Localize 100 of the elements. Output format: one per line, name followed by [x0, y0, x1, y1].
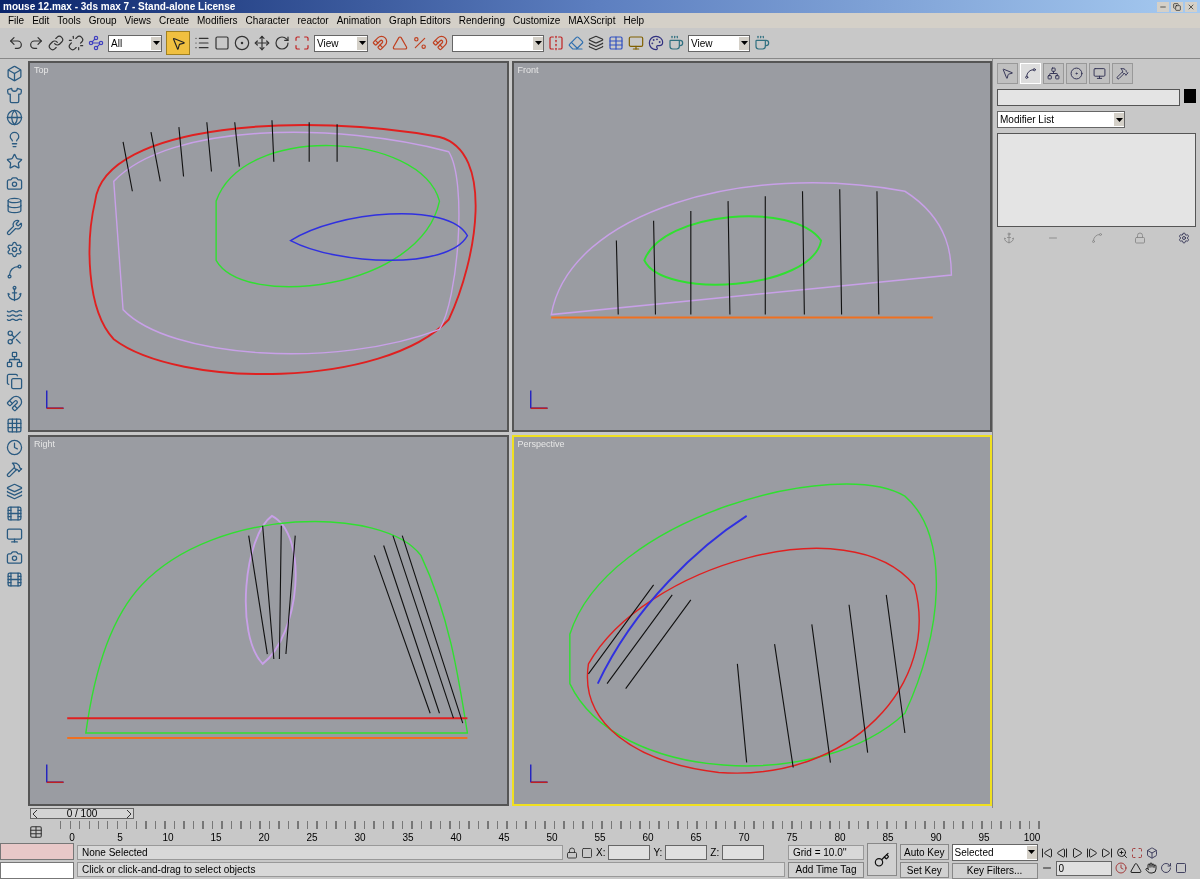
key-mode-dropdown[interactable]: Selected [951, 843, 1038, 861]
frame-number: 25 [306, 832, 318, 843]
coordinate-field[interactable] [722, 845, 765, 860]
restore-button[interactable] [1171, 1, 1183, 12]
menu-item[interactable]: Tools [53, 15, 85, 26]
modifier-stack[interactable] [997, 133, 1196, 227]
sphere-icon[interactable] [5, 109, 23, 126]
anchor-icon[interactable] [5, 285, 23, 302]
material-editor-icon[interactable] [648, 35, 664, 51]
set-key-button[interactable]: Set Key [900, 862, 949, 878]
maxscript-listener-field[interactable] [0, 862, 74, 879]
menu-item[interactable]: Character [241, 15, 294, 26]
undo-icon[interactable] [8, 35, 24, 51]
auto-key-button[interactable]: Auto Key [900, 844, 949, 860]
coordinate-field[interactable] [608, 845, 651, 860]
menu-item[interactable]: Animation [332, 15, 386, 26]
film-icon[interactable] [5, 571, 23, 588]
key-icon [874, 851, 890, 868]
gear-icon[interactable] [5, 241, 23, 258]
spline-icon[interactable] [5, 263, 23, 280]
go-to-end-icon[interactable] [1100, 846, 1113, 859]
layers-icon[interactable] [5, 483, 23, 500]
frame-number: 15 [210, 832, 222, 843]
coordinate-label: X: [596, 847, 606, 858]
layers-icon[interactable] [588, 35, 604, 51]
caret-icon [739, 36, 749, 50]
wave-icon[interactable] [5, 307, 23, 324]
close-button[interactable] [1185, 1, 1197, 12]
caret-icon [1114, 113, 1124, 126]
move-icon[interactable] [254, 35, 270, 51]
frame-field[interactable]: 0 [1055, 860, 1112, 876]
frame-number: 45 [498, 832, 510, 843]
scissors-icon[interactable] [5, 329, 23, 346]
box-icon[interactable] [5, 65, 23, 82]
menu-item[interactable]: File [4, 15, 29, 26]
clock-icon[interactable] [5, 439, 23, 456]
menu-item[interactable]: Modifiers [193, 15, 242, 26]
mirror-icon[interactable] [548, 35, 564, 51]
copy-icon[interactable] [5, 373, 23, 390]
menu-item[interactable]: Views [120, 15, 155, 26]
panel-tab[interactable] [1043, 63, 1064, 84]
next-frame-icon[interactable] [1085, 846, 1098, 859]
set-keys-button[interactable] [867, 843, 897, 876]
hierarchy-icon[interactable] [5, 351, 23, 368]
add-time-tag-button[interactable]: Add Time Tag [788, 861, 864, 878]
object-name-field[interactable] [997, 89, 1180, 106]
panel-tab[interactable] [997, 63, 1018, 84]
pan-icon[interactable] [1144, 862, 1157, 874]
menu-item[interactable]: Help [619, 15, 649, 26]
select-tool-button[interactable] [166, 31, 190, 55]
percent-snap-icon[interactable] [412, 35, 428, 51]
menu-item[interactable]: MAXScript [564, 15, 620, 26]
film-icon[interactable] [5, 505, 23, 522]
wrench-icon[interactable] [5, 219, 23, 236]
modifier-list-dropdown[interactable]: Modifier List [997, 111, 1125, 128]
link-icon[interactable] [48, 35, 64, 51]
cylinder-icon[interactable] [5, 197, 23, 214]
render-type-dropdown[interactable]: View [688, 34, 750, 52]
menu-item[interactable]: reactor [293, 15, 333, 26]
named-selection-dropdown[interactable] [452, 34, 544, 52]
hammer-icon[interactable] [5, 461, 23, 478]
configure-icon[interactable] [1178, 232, 1190, 244]
go-to-start-icon[interactable] [1040, 846, 1053, 859]
frame-number: 30 [354, 832, 366, 843]
monitor-icon[interactable] [5, 527, 23, 544]
frame-number: 50 [546, 832, 558, 843]
snap-icon[interactable] [372, 35, 388, 51]
camera-icon[interactable] [5, 549, 23, 566]
hammer-icon [1116, 67, 1129, 80]
curve-icon [1024, 67, 1037, 80]
menu-item[interactable]: Edit [28, 15, 54, 26]
selection-filter-dropdown[interactable]: All [108, 34, 162, 52]
redo-icon[interactable] [28, 35, 44, 51]
panel-tab[interactable] [1066, 63, 1087, 84]
shirt-icon[interactable] [5, 87, 23, 104]
reference-coordinate-dropdown[interactable]: View [314, 34, 368, 52]
play-icon[interactable] [1070, 846, 1083, 859]
rotate-icon[interactable] [274, 35, 290, 51]
key-filters-button[interactable]: Key Filters... [951, 862, 1038, 879]
frame-number: 40 [450, 832, 462, 843]
orbit-icon[interactable] [1159, 862, 1172, 874]
magnet-icon[interactable] [5, 395, 23, 412]
coordinate-label: Y: [653, 847, 663, 858]
menu-item[interactable]: Rendering [454, 15, 509, 26]
grid-icon[interactable] [5, 417, 23, 434]
menu-item[interactable]: Create [155, 15, 194, 26]
panel-tab[interactable] [1112, 63, 1133, 84]
star-icon[interactable] [5, 153, 23, 170]
menu-item[interactable]: Customize [508, 15, 565, 26]
previous-frame-icon[interactable] [1055, 846, 1068, 859]
menu-item[interactable]: Group [84, 15, 121, 26]
coordinate-field[interactable] [665, 845, 708, 860]
color-swatch[interactable] [1184, 89, 1196, 103]
unlink-icon[interactable] [68, 35, 84, 51]
camera-icon[interactable] [5, 175, 23, 192]
menu-item[interactable]: Graph Editors [385, 15, 455, 26]
lock-icon[interactable] [566, 846, 578, 859]
zoom-icon[interactable] [1115, 846, 1128, 859]
maxscript-listener-field[interactable] [0, 843, 74, 860]
panel-tab[interactable] [1089, 63, 1110, 84]
